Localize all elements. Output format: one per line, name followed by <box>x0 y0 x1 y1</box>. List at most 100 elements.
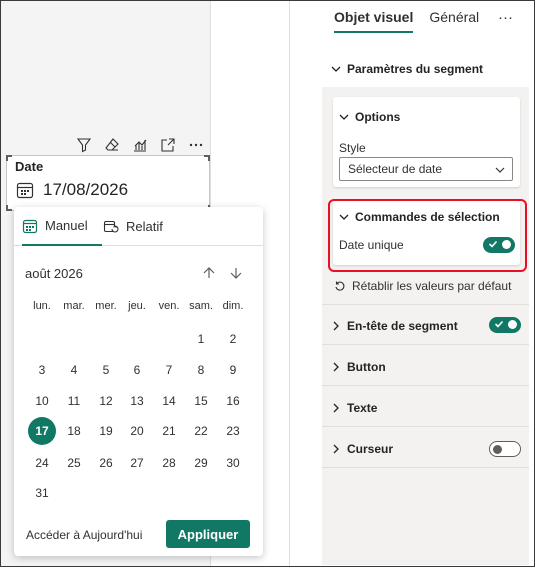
divider <box>322 385 529 386</box>
more-options-icon[interactable]: ··· <box>498 9 513 26</box>
slicer-title: Date <box>15 159 44 174</box>
divider <box>322 467 529 468</box>
section-button-label: Button <box>347 360 386 374</box>
tab-relatif[interactable]: Relatif <box>103 207 163 246</box>
calendar-day[interactable]: 18 <box>59 419 89 443</box>
options-title: Options <box>355 110 401 124</box>
curseur-toggle[interactable] <box>489 441 521 457</box>
focus-mode-icon[interactable] <box>158 136 178 154</box>
weekday-label: lun. <box>33 300 51 312</box>
tab-objet-visuel[interactable]: Objet visuel <box>334 9 414 33</box>
chevron-right-icon <box>333 403 339 413</box>
section-en-tete-label: En-tête de segment <box>347 319 458 333</box>
date-picker-popup: Manuel Relatif août 2026 Accéder à Aujou… <box>14 207 263 556</box>
arrow-up-icon[interactable] <box>202 266 216 280</box>
calendar-day[interactable]: 11 <box>59 389 89 413</box>
calendar-day[interactable]: 21 <box>154 419 184 443</box>
reset-defaults-link[interactable]: Rétablir les valeurs par défaut <box>334 279 511 293</box>
divider <box>322 344 529 345</box>
slicer-date-value: 17/08/2026 <box>43 180 129 199</box>
chevron-down-icon <box>495 167 505 173</box>
style-dropdown[interactable]: Sélecteur de date <box>339 157 513 181</box>
section-texte-label: Texte <box>347 401 378 415</box>
chevron-down-icon <box>331 66 341 72</box>
go-to-today-link[interactable]: Accéder à Aujourd'hui <box>26 528 142 542</box>
month-label: août 2026 <box>25 266 83 281</box>
toggle-knob <box>508 320 517 329</box>
highlight-box <box>328 199 527 272</box>
calendar-day[interactable]: 16 <box>218 389 248 413</box>
calendar-day[interactable]: 10 <box>27 389 57 413</box>
calendar-day[interactable]: 2 <box>218 327 248 351</box>
calendar-day[interactable]: 24 <box>27 451 57 475</box>
weekday-label: mer. <box>95 300 117 312</box>
resize-handle[interactable] <box>6 205 12 211</box>
reset-icon <box>335 281 345 291</box>
options-card: Options Style Sélecteur de date <box>333 97 520 187</box>
chevron-right-icon <box>333 444 339 454</box>
calendar-day[interactable]: 30 <box>218 451 248 475</box>
apply-button[interactable]: Appliquer <box>166 520 250 548</box>
calendar-day[interactable]: 27 <box>122 451 152 475</box>
style-label: Style <box>339 141 366 155</box>
section-curseur[interactable]: Curseur <box>331 442 393 456</box>
resize-handle[interactable] <box>6 155 12 161</box>
weekday-label: dim. <box>222 300 244 312</box>
section-en-tete[interactable]: En-tête de segment <box>331 319 458 333</box>
picker-tabs: Manuel Relatif <box>14 207 263 246</box>
calendar-day[interactable]: 20 <box>122 419 152 443</box>
visual-header-toolbar <box>74 136 206 154</box>
calendar-day[interactable]: 25 <box>59 451 89 475</box>
slicer-settings-header[interactable]: Paramètres du segment <box>331 62 483 76</box>
toggle-knob <box>493 445 502 454</box>
tab-manuel[interactable]: Manuel <box>22 207 102 246</box>
reset-defaults-label: Rétablir les valeurs par défaut <box>352 279 512 293</box>
slicer-date-field[interactable]: 17/08/2026 <box>15 180 128 200</box>
calendar-day[interactable]: 26 <box>91 451 121 475</box>
more-options-icon[interactable] <box>186 136 206 154</box>
calendar-icon <box>22 219 38 233</box>
chevron-down-icon <box>339 114 349 120</box>
calendar-icon <box>16 182 34 199</box>
calendar-day-selected[interactable]: 17 <box>28 417 56 445</box>
weekday-label: ven. <box>158 300 180 312</box>
divider <box>322 304 529 305</box>
calendar-day[interactable]: 19 <box>91 419 121 443</box>
calendar-day[interactable]: 13 <box>122 389 152 413</box>
calendar-day[interactable]: 14 <box>154 389 184 413</box>
weekday-label: jeu. <box>128 300 146 312</box>
en-tete-toggle[interactable] <box>489 317 521 333</box>
format-pane: Objet visuel Général ··· Paramètres du s… <box>290 1 534 566</box>
tab-relatif-label: Relatif <box>126 219 163 234</box>
section-button[interactable]: Button <box>331 360 386 374</box>
calendar-day[interactable]: 28 <box>154 451 184 475</box>
options-header[interactable]: Options <box>339 110 400 124</box>
check-icon <box>494 320 504 328</box>
chevron-right-icon <box>333 321 339 331</box>
chevron-right-icon <box>333 362 339 372</box>
calendar-day[interactable]: 5 <box>91 358 121 382</box>
tab-general[interactable]: Général <box>429 9 479 33</box>
calendar-day[interactable]: 29 <box>186 451 216 475</box>
weekday-label: mar. <box>63 300 85 312</box>
calendar-day[interactable]: 9 <box>218 358 248 382</box>
resize-handle[interactable] <box>204 155 210 161</box>
calendar-day[interactable]: 6 <box>122 358 152 382</box>
calendar-day[interactable]: 12 <box>91 389 121 413</box>
calendar-day[interactable]: 22 <box>186 419 216 443</box>
calendar-day[interactable]: 31 <box>27 481 57 505</box>
calendar-day[interactable]: 1 <box>186 327 216 351</box>
section-texte[interactable]: Texte <box>331 401 377 415</box>
calendar-day[interactable]: 3 <box>27 358 57 382</box>
arrow-down-icon[interactable] <box>229 266 243 280</box>
tab-manuel-label: Manuel <box>45 218 88 233</box>
analytics-icon[interactable] <box>130 136 150 154</box>
calendar-day[interactable]: 15 <box>186 389 216 413</box>
filter-icon[interactable] <box>74 136 94 154</box>
date-slicer[interactable]: Date 17/08/2026 <box>6 155 210 211</box>
calendar-day[interactable]: 4 <box>59 358 89 382</box>
eraser-icon[interactable] <box>102 136 122 154</box>
calendar-day[interactable]: 23 <box>218 419 248 443</box>
calendar-day[interactable]: 7 <box>154 358 184 382</box>
calendar-day[interactable]: 8 <box>186 358 216 382</box>
